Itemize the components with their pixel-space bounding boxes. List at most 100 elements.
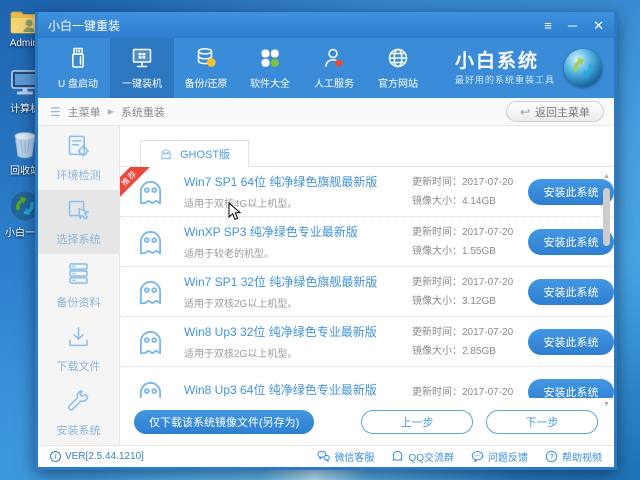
svg-text:?: ? <box>550 454 554 461</box>
brand-tagline: 最好用的系统重装工具 <box>455 73 555 86</box>
version-info: i VER[2.5.44.1210] <box>50 451 144 462</box>
help-icon: ? <box>545 450 558 463</box>
system-desc: 适用于双核2G以上机型。 <box>184 295 412 310</box>
system-desc: 适用于较老的机型。 <box>184 245 412 260</box>
list-icon: ☰ <box>50 105 61 119</box>
sidebar-item-label: 环境检测 <box>57 167 101 183</box>
system-meta: 更新时间：2017-07-20 镜像大小：4.14GB <box>412 173 516 211</box>
brand-text: 小白系统 最好用的系统重装工具 <box>455 50 555 87</box>
select-system-icon <box>65 197 92 224</box>
system-info: Win8 Up3 64位 纯净绿色专业最新版 <box>184 381 412 398</box>
image-size: 3.12GB <box>462 296 496 307</box>
image-size: 2.85GB <box>462 346 496 357</box>
monitor-icon <box>130 46 154 70</box>
close-icon[interactable]: ✕ <box>593 19 604 32</box>
minimize-icon[interactable]: ─ <box>568 19 577 32</box>
ghost-icon <box>134 376 167 399</box>
system-row-win8-64[interactable]: Win8 Up3 64位 纯净绿色专业最新版 更新时间：2017-07-20 安… <box>120 367 614 398</box>
prev-step-button[interactable]: 上一步 <box>361 410 473 434</box>
wechat-support-link[interactable]: 微信客服 <box>317 449 374 464</box>
system-meta: 更新时间：2017-07-20 镜像大小：2.85GB <box>412 323 516 361</box>
qq-group-link[interactable]: QQ交流群 <box>391 449 454 464</box>
system-row-win8-32[interactable]: Win8 Up3 32位 纯净绿色专业最新版 适用于双核2G以上机型。 更新时间… <box>120 317 614 367</box>
system-row-win7-32[interactable]: Win7 SP1 32位 纯净绿色旗舰最新版 适用于双核2G以上机型。 更新时间… <box>120 267 614 317</box>
apps-grid-icon <box>258 46 282 70</box>
help-video-link[interactable]: ? 帮助视频 <box>545 449 602 464</box>
sidebar-item-install-system[interactable]: 安装系统 <box>38 381 119 445</box>
sidebar-item-download-files[interactable]: 下载文件 <box>38 317 119 381</box>
breadcrumb-current: 系统重装 <box>121 104 165 120</box>
nav-item-one-click-install[interactable]: 一键装机 <box>110 38 174 98</box>
wechat-icon <box>317 450 330 463</box>
sidebar-item-label: 下载文件 <box>57 358 101 374</box>
system-desc: 适用于双核4G以上机型。 <box>184 195 412 210</box>
list-scrollbar[interactable]: ▲ ▼ <box>601 172 612 410</box>
sidebar-item-env-check[interactable]: 环境检测 <box>38 126 119 190</box>
system-info: Win8 Up3 32位 纯净绿色专业最新版 适用于双核2G以上机型。 <box>184 323 412 360</box>
scroll-down-icon[interactable]: ▼ <box>603 400 610 410</box>
nav-item-manual-service[interactable]: 人工服务 <box>302 38 366 98</box>
status-links: 微信客服 QQ交流群 问题反馈 <box>317 449 602 464</box>
download-only-button[interactable]: 仅下载该系统镜像文件(另存为) <box>134 410 314 434</box>
nav-item-label: 官方网站 <box>378 75 418 90</box>
system-row-winxp[interactable]: WinXP SP3 纯净绿色专业最新版 适用于较老的机型。 更新时间：2017-… <box>120 217 614 267</box>
system-info: Win7 SP1 32位 纯净绿色旗舰最新版 适用于双核2G以上机型。 <box>184 273 412 310</box>
scroll-up-icon[interactable]: ▲ <box>603 172 610 182</box>
ghost-icon <box>134 325 167 358</box>
nav-item-label: 备份/还原 <box>185 75 228 90</box>
breadcrumb-root[interactable]: 主菜单 <box>68 104 101 120</box>
content-area: 环境检测 选择系统 备份资料 <box>38 126 614 445</box>
sidebar-item-select-system[interactable]: 选择系统 <box>38 190 119 254</box>
status-link-label: QQ交流群 <box>408 449 454 464</box>
update-date: 2017-07-20 <box>462 387 513 398</box>
breadcrumb-bar: ☰ 主菜单 ▶ 系统重装 ↩ 返回主菜单 <box>38 98 614 126</box>
env-check-icon <box>65 133 92 160</box>
chevron-right-icon: ▶ <box>108 107 114 116</box>
scrollbar-thumb[interactable] <box>603 188 610 246</box>
image-size: 1.55GB <box>462 246 496 257</box>
feedback-bubble-icon <box>471 450 484 463</box>
person-heart-icon <box>322 46 346 70</box>
menu-icon[interactable]: ≡ <box>544 19 552 32</box>
system-info: Win7 SP1 64位 纯净绿色旗舰最新版 适用于双核4G以上机型。 <box>184 173 412 210</box>
qq-icon <box>391 450 404 463</box>
wrench-icon <box>65 388 92 415</box>
scrollbar-track[interactable] <box>602 182 611 400</box>
system-meta: 更新时间：2017-07-20 镜像大小：1.55GB <box>412 223 516 261</box>
sidebar-item-backup-data[interactable]: 备份资料 <box>38 254 119 318</box>
nav-item-backup-restore[interactable]: 备份/还原 <box>174 38 238 98</box>
next-step-button[interactable]: 下一步 <box>486 410 598 434</box>
window-title: 小白一键重装 <box>48 17 120 34</box>
back-button-label: 返回主菜单 <box>535 104 590 120</box>
update-date: 2017-07-20 <box>462 227 513 238</box>
system-title: Win8 Up3 32位 纯净绿色专业最新版 <box>184 323 412 340</box>
tab-ghost-edition[interactable]: GHOST版 <box>140 140 249 168</box>
steps-sidebar: 环境检测 选择系统 备份资料 <box>38 126 120 445</box>
sidebar-item-label: 备份资料 <box>57 294 101 310</box>
sidebar-item-label: 选择系统 <box>57 231 101 247</box>
status-link-label: 帮助视频 <box>562 449 602 464</box>
wizard-nav-buttons: 上一步 下一步 <box>361 410 598 434</box>
image-size: 4.14GB <box>462 196 496 207</box>
status-link-label: 微信客服 <box>334 449 374 464</box>
usb-drive-icon <box>66 46 90 70</box>
nav-item-usb-boot[interactable]: U 盘启动 <box>46 38 110 98</box>
nav-item-official-site[interactable]: 官方网站 <box>366 38 430 98</box>
update-date: 2017-07-20 <box>462 177 513 188</box>
system-list: 推荐 Win7 SP1 64位 纯净绿色旗舰最新版 适用于双核4G以上机型。 更… <box>120 167 614 398</box>
nav-item-software-collection[interactable]: 软件大全 <box>238 38 302 98</box>
database-icon <box>194 46 218 70</box>
system-row-win7-64[interactable]: 推荐 Win7 SP1 64位 纯净绿色旗舰最新版 适用于双核4G以上机型。 更… <box>120 167 614 217</box>
back-to-main-menu-button[interactable]: ↩ 返回主菜单 <box>506 101 604 122</box>
ghost-icon <box>134 225 167 258</box>
nav-item-label: 人工服务 <box>314 75 354 90</box>
tab-label: GHOST版 <box>180 146 230 162</box>
status-link-label: 问题反馈 <box>488 449 528 464</box>
title-bar: 小白一键重装 ≡ ─ ✕ <box>38 12 614 38</box>
nav-item-label: U 盘启动 <box>58 75 98 90</box>
main-panel: GHOST版 推荐 Win7 SP1 64位 纯净绿色旗舰最新版 适用于双核4G… <box>120 126 614 445</box>
system-info: WinXP SP3 纯净绿色专业最新版 适用于较老的机型。 <box>184 223 412 260</box>
feedback-link[interactable]: 问题反馈 <box>471 449 528 464</box>
globe-icon <box>386 46 410 70</box>
tab-row: GHOST版 <box>120 126 614 167</box>
